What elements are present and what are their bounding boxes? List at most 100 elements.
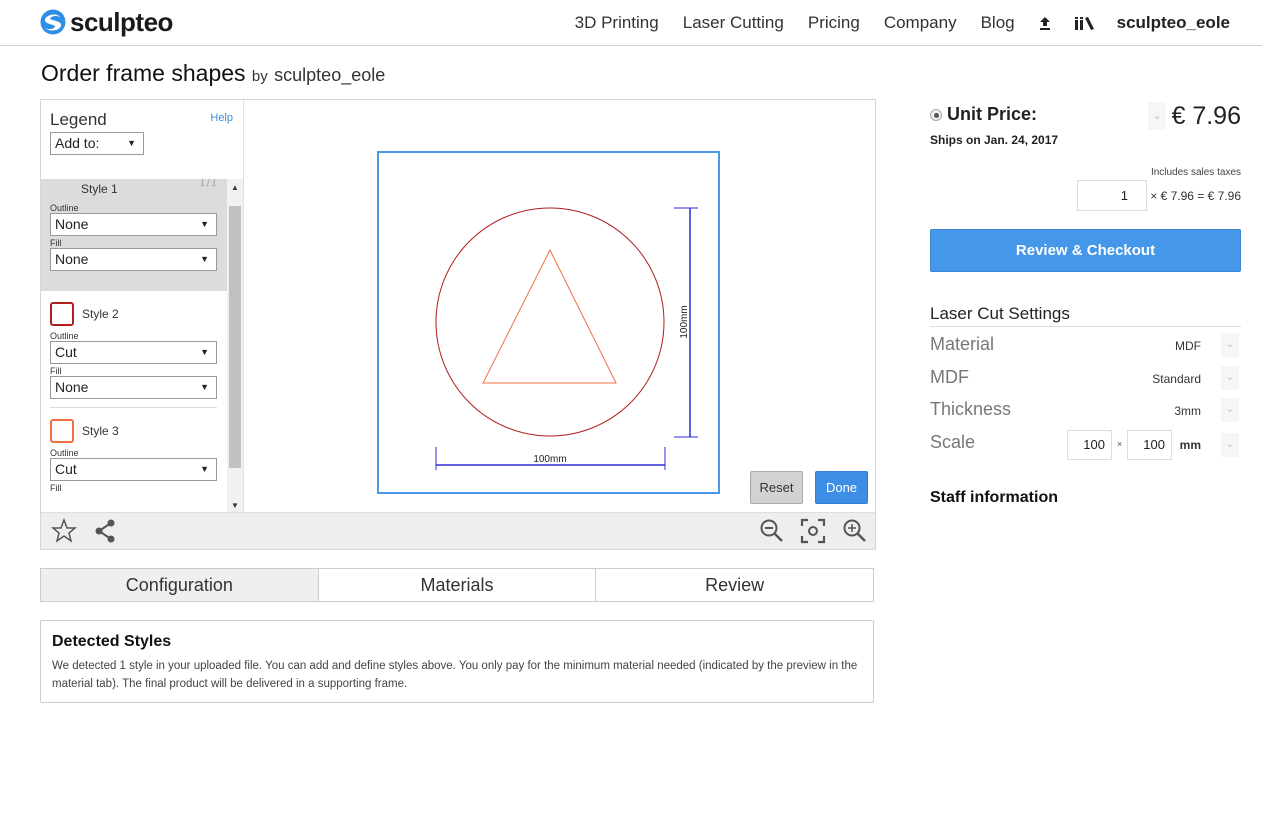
nav-company[interactable]: Company [884, 12, 957, 34]
editor-toolbar [41, 512, 875, 549]
detected-styles-title: Detected Styles [52, 633, 172, 650]
design-editor: Legend Help Add to: ▼ Style 1 1/1 Outlin… [40, 99, 876, 550]
setting-value: Standard [1152, 372, 1201, 386]
dropdown-arrow-icon: ▼ [200, 382, 209, 392]
scale-y-input[interactable]: 100 [1127, 430, 1172, 460]
outline-value: Cut [55, 461, 77, 477]
author-link[interactable]: sculpteo_eole [274, 65, 385, 85]
scrollbar-thumb[interactable] [229, 206, 241, 468]
unit-price-label: Unit Price: [947, 104, 1038, 124]
fill-value: None [55, 379, 89, 395]
legend-title: Legend [50, 110, 107, 129]
staff-information-title: Staff information [930, 489, 1058, 506]
outline-select[interactable]: Cut ▼ [50, 341, 217, 364]
radio-button[interactable] [930, 109, 942, 122]
outline-select[interactable]: Cut ▼ [50, 458, 217, 481]
setting-scale: Scale 100 × 100 mm ⌄ [930, 430, 1241, 460]
price-dropdown-chevron-icon[interactable]: ⌄ [1148, 102, 1166, 130]
height-dimension: 100mm [674, 207, 698, 438]
sculpteo-logo-icon [40, 9, 66, 35]
tab-configuration[interactable]: Configuration [41, 569, 319, 601]
username-link[interactable]: sculpteo_eole [1117, 13, 1230, 33]
unit-price-value: € 7.96 [1171, 102, 1241, 130]
nav-blog[interactable]: Blog [981, 12, 1015, 34]
style-color-swatch[interactable] [50, 419, 74, 443]
scale-unit: mm [1179, 438, 1201, 452]
width-dimension-label: 100mm [533, 454, 566, 465]
outline-value: None [55, 216, 89, 232]
detected-styles-text: We detected 1 style in your uploaded fil… [52, 660, 858, 690]
dropdown-arrow-icon: ▼ [200, 219, 209, 229]
setting-label: Scale [930, 432, 976, 452]
style-item[interactable]: Style 1 1/1 Outline None ▼ Fill None ▼ [41, 179, 227, 291]
fill-select[interactable]: None ▼ [50, 248, 217, 271]
tab-materials[interactable]: Materials [318, 569, 597, 601]
style-name: Style 2 [82, 307, 119, 321]
divider [50, 407, 217, 408]
chevron-down-icon[interactable]: ⌄ [1221, 366, 1239, 390]
design-title: Order frame shapes [41, 60, 246, 86]
outline-label: Outline [50, 448, 79, 458]
add-to-select[interactable]: Add to: ▼ [50, 132, 144, 155]
circle-shape [435, 207, 665, 437]
style-item[interactable]: Style 2 Outline Cut ▼ Fill None ▼ [41, 291, 227, 408]
scroll-up-icon[interactable]: ▲ [231, 183, 239, 192]
quantity-input[interactable]: 1 [1077, 180, 1147, 211]
reset-button[interactable]: Reset [750, 471, 803, 504]
legend-panel: Legend Help Add to: ▼ Style 1 1/1 Outlin… [41, 100, 244, 512]
style-item[interactable]: Style 3 Outline Cut ▼ Fill [41, 416, 227, 493]
share-icon[interactable] [93, 518, 117, 549]
setting-thickness[interactable]: Thickness 3mm ⌄ [930, 395, 1241, 425]
chevron-down-icon[interactable]: ⌄ [1221, 333, 1239, 357]
fit-view-icon[interactable] [800, 518, 826, 549]
tax-note: Includes sales taxes [1150, 167, 1241, 178]
style-color-swatch[interactable] [50, 302, 74, 326]
fill-value: None [55, 251, 89, 267]
setting-label: Material [930, 334, 995, 354]
outline-select[interactable]: None ▼ [50, 213, 217, 236]
zoom-out-icon[interactable] [759, 518, 785, 549]
styles-list: Style 1 1/1 Outline None ▼ Fill None ▼ S… [41, 179, 227, 512]
upload-icon[interactable] [1039, 16, 1051, 30]
dropdown-arrow-icon: ▼ [200, 464, 209, 474]
style-name: Style 1 [81, 182, 118, 196]
chevron-down-icon[interactable]: ⌄ [1221, 398, 1239, 422]
nav-laser-cutting[interactable]: Laser Cutting [683, 12, 784, 34]
fill-label: Fill [50, 238, 62, 248]
design-frame [377, 151, 720, 494]
fill-select[interactable]: None ▼ [50, 376, 217, 399]
height-dimension-label: 100mm [679, 305, 690, 338]
times-symbol: × [1117, 439, 1123, 449]
setting-value: 3mm [1174, 404, 1201, 418]
config-tabs: Configuration Materials Review [40, 568, 874, 602]
setting-material[interactable]: Material MDF ⌄ [930, 330, 1241, 360]
style-name: Style 3 [82, 424, 119, 438]
nav-3d-printing[interactable]: 3D Printing [575, 12, 659, 34]
tab-review[interactable]: Review [596, 569, 874, 601]
review-checkout-button[interactable]: Review & Checkout [930, 229, 1241, 272]
scroll-down-icon[interactable]: ▼ [231, 501, 239, 510]
legend-scrollbar[interactable]: ▲ ▼ [227, 179, 243, 512]
help-link[interactable]: Help [210, 112, 233, 124]
setting-value: MDF [1175, 339, 1201, 353]
chevron-down-icon[interactable]: ⌄ [1221, 433, 1239, 457]
zoom-in-icon[interactable] [842, 518, 868, 549]
done-button[interactable]: Done [815, 471, 868, 504]
nav-pricing[interactable]: Pricing [808, 12, 860, 34]
fill-label: Fill [50, 483, 62, 493]
setting-mdf-type[interactable]: MDF Standard ⌄ [930, 363, 1241, 393]
detected-styles-panel: Detected Styles We detected 1 style in y… [40, 620, 874, 703]
outline-label: Outline [50, 203, 79, 213]
library-icon[interactable] [1074, 16, 1095, 30]
page-title: Order frame shapes by sculpteo_eole [41, 60, 385, 87]
dropdown-arrow-icon: ▼ [200, 254, 209, 264]
add-to-value: Add to: [55, 135, 100, 151]
fill-label: Fill [50, 366, 62, 376]
preview-canvas[interactable]: 100mm 100mm [245, 100, 875, 512]
outline-label: Outline [50, 331, 79, 341]
star-icon[interactable] [50, 517, 78, 549]
setting-label: Thickness [930, 399, 1012, 419]
logo[interactable]: sculpteo [40, 8, 173, 36]
scale-x-input[interactable]: 100 [1067, 430, 1112, 460]
unit-price-option[interactable]: Unit Price: [930, 104, 1037, 125]
